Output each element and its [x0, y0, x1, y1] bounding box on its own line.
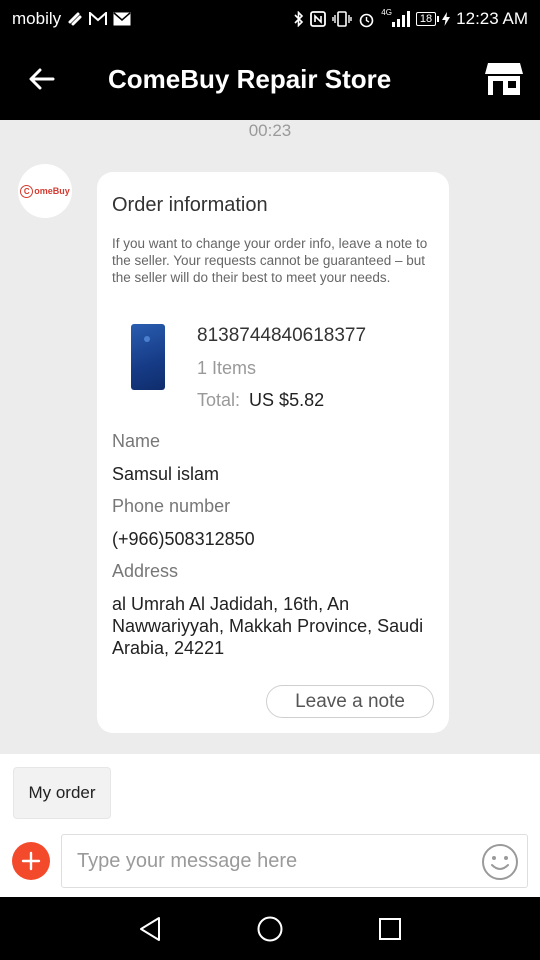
circle-home-icon — [257, 916, 283, 941]
phone-value: (+966)508312850 — [112, 529, 255, 549]
name-value: Samsul islam — [112, 464, 220, 484]
product-summary[interactable]: 8138744840618377 1 Items Total: US $5.82 — [112, 324, 437, 414]
composer-panel: My order — [0, 754, 540, 897]
status-right: 4G 18 12:23 AM — [294, 9, 528, 29]
mail-icon — [113, 12, 131, 26]
my-order-button[interactable]: My order — [13, 767, 111, 819]
nav-recents-button[interactable] — [360, 899, 420, 959]
product-image — [131, 324, 165, 390]
arrow-left-icon — [29, 68, 55, 90]
bluetooth-icon — [294, 11, 304, 27]
address-value: al Umrah Al Jadidah, 16th, An Nawwariyya… — [112, 594, 424, 658]
emoji-button[interactable] — [481, 843, 519, 881]
battery-icon: 18 — [415, 12, 440, 26]
page-title: ComeBuy Repair Store — [108, 63, 392, 94]
signal-icon: 4G — [381, 8, 410, 27]
seller-avatar[interactable]: ComeBuy — [18, 164, 72, 218]
square-recents-icon — [379, 917, 401, 940]
order-info-card[interactable]: Order information If you want to change … — [97, 172, 449, 733]
store-icon — [485, 63, 523, 95]
message-input[interactable] — [77, 849, 467, 873]
plus-icon — [21, 851, 41, 871]
address-label: Address — [112, 561, 179, 581]
card-title: Order information — [112, 194, 268, 216]
card-note: If you want to change your order info, l… — [112, 236, 428, 285]
gmail-icon — [89, 12, 108, 26]
status-bar: mobily 4G 18 12:23 AM — [0, 0, 540, 38]
message-input-box[interactable] — [61, 834, 528, 888]
battery-level: 18 — [419, 13, 433, 25]
vibrate-icon — [332, 11, 352, 27]
carrier-name: mobily — [12, 9, 62, 28]
chat-area[interactable]: 00:23 ComeBuy Order information If you w… — [0, 120, 540, 754]
total-label: Total: — [197, 390, 241, 410]
nfc-icon — [310, 11, 327, 27]
order-id: 8138744840618377 — [197, 325, 367, 346]
clock: 12:23 AM — [456, 9, 528, 28]
item-count: 1 Items — [197, 358, 257, 378]
leave-note-button[interactable]: Leave a note — [266, 685, 434, 718]
charging-icon — [442, 12, 451, 26]
app-header: ComeBuy Repair Store — [0, 38, 540, 120]
add-attachment-button[interactable] — [12, 842, 50, 880]
total-value: US $5.82 — [249, 390, 325, 410]
nav-home-button[interactable] — [240, 899, 300, 959]
network-type: 4G — [381, 8, 392, 17]
link-icon — [67, 11, 83, 27]
status-left: mobily — [12, 9, 131, 29]
triangle-back-icon — [140, 916, 160, 941]
phone-label: Phone number — [112, 496, 231, 516]
name-label: Name — [112, 431, 161, 451]
navigation-bar — [0, 897, 540, 960]
comebuy-logo: ComeBuy — [20, 184, 70, 198]
message-timestamp: 00:23 — [248, 121, 292, 140]
alarm-icon — [358, 11, 375, 28]
store-button[interactable] — [468, 38, 540, 120]
smiley-icon — [482, 844, 518, 880]
back-button[interactable] — [0, 38, 84, 120]
total-row: Total: US $5.82 — [197, 390, 324, 411]
nav-back-button[interactable] — [120, 899, 180, 959]
